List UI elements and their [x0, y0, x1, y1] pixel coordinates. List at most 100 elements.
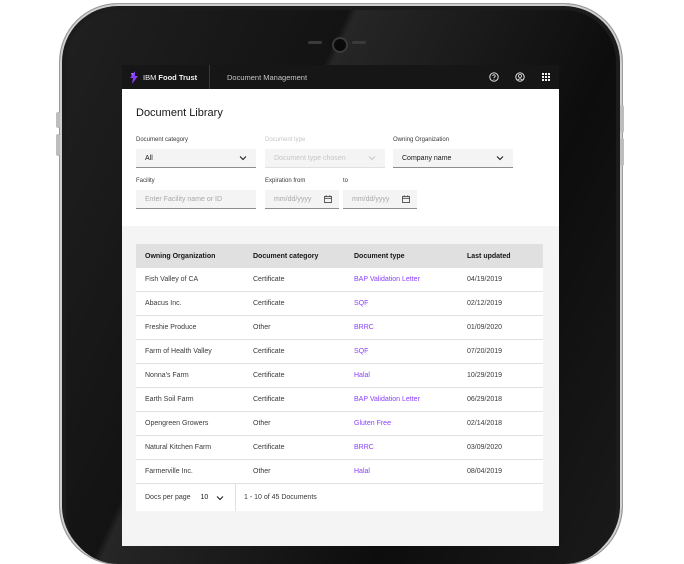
header-owning-organization[interactable]: Owning Organization — [136, 253, 245, 260]
owning-org-dropdown[interactable]: Company name — [393, 149, 513, 168]
chevron-down-icon — [216, 495, 224, 500]
per-page-label: Docs per page — [145, 494, 191, 501]
pagination-range: 1 - 10 of 45 Documents — [244, 494, 317, 501]
table-row[interactable]: Freshie Produce Other BRRC 01/09/2020 — [136, 316, 543, 340]
table-header: Owning Organization Document category Do… — [136, 244, 543, 268]
cell-document-category: Certificate — [253, 348, 285, 355]
document-type-link[interactable]: BAP Validation Letter — [346, 396, 459, 403]
cell-last-updated: 07/20/2019 — [467, 348, 503, 355]
calendar-icon[interactable] — [402, 195, 410, 203]
sensor-right — [352, 41, 366, 44]
cell-last-updated: 04/19/2019 — [467, 276, 503, 283]
doc-type-label: Document type — [265, 137, 306, 143]
document-type-link[interactable]: BRRC — [346, 444, 459, 451]
cell-owning-organization: Earth Soil Farm — [145, 396, 194, 403]
cell-document-category: Certificate — [253, 300, 285, 307]
chevron-down-icon — [368, 156, 376, 161]
doc-category-value: All — [145, 154, 153, 162]
cell-document-category: Certificate — [253, 444, 285, 451]
expiration-from-placeholder: mm/dd/yyyy — [274, 195, 312, 203]
cell-owning-organization: Opengreen Growers — [145, 420, 209, 427]
cell-last-updated: 08/04/2019 — [467, 468, 503, 475]
side-button-right-top — [620, 105, 624, 133]
sensor-left — [308, 41, 322, 44]
cell-owning-organization: Natural Kitchen Farm — [145, 444, 212, 451]
cell-last-updated: 02/12/2019 — [467, 300, 503, 307]
table-row[interactable]: Natural Kitchen Farm Certificate BRRC 03… — [136, 436, 543, 460]
table-row[interactable]: Farm of Health Valley Certificate SQF 07… — [136, 340, 543, 364]
cell-document-category: Other — [253, 324, 271, 331]
brand-name: Food Trust — [158, 72, 198, 82]
calendar-icon[interactable] — [324, 195, 332, 203]
cell-owning-organization: Farmerville Inc. — [145, 468, 193, 475]
side-button-top — [56, 112, 60, 128]
header-last-updated[interactable]: Last updated — [459, 253, 543, 260]
expiration-to-label: to — [343, 178, 349, 184]
cell-owning-organization: Freshie Produce — [145, 324, 197, 331]
cell-last-updated: 03/09/2020 — [467, 444, 503, 451]
table-row[interactable]: Fish Valley of CA Certificate BAP Valida… — [136, 268, 543, 292]
filter-panel: Document Library Document category All D… — [122, 89, 559, 226]
document-type-link[interactable]: SQF — [346, 348, 459, 355]
table-row[interactable]: Nonna's Farm Certificate Halal 10/29/201… — [136, 364, 543, 388]
doc-category-label: Document category — [136, 137, 189, 143]
cell-owning-organization: Fish Valley of CA — [145, 276, 199, 283]
pagination-bar: Docs per page 10 1 - 10 of 45 Documents — [136, 484, 543, 511]
chevron-down-icon — [496, 156, 504, 161]
brand-prefix: IBM — [143, 72, 159, 82]
table-row[interactable]: Abacus Inc. Certificate SQF 02/12/2019 — [136, 292, 543, 316]
cell-document-category: Certificate — [253, 372, 285, 379]
table-row[interactable]: Farmerville Inc. Other Halal 08/04/2019 — [136, 460, 543, 484]
facility-placeholder: Enter Facility name or ID — [145, 195, 223, 203]
document-type-link[interactable]: Halal — [346, 372, 459, 379]
facility-input[interactable]: Enter Facility name or ID — [136, 190, 256, 209]
expiration-from-label: Expiration from — [265, 178, 306, 184]
cell-last-updated: 01/09/2020 — [467, 324, 503, 331]
document-type-link[interactable]: BRRC — [346, 324, 459, 331]
cell-last-updated: 10/29/2019 — [467, 372, 503, 379]
chevron-down-icon — [239, 156, 247, 161]
expiration-to-date-input[interactable]: mm/dd/yyyy — [343, 190, 417, 209]
header-document-category[interactable]: Document category — [245, 253, 346, 260]
per-page-select[interactable]: Docs per page 10 — [136, 484, 236, 511]
page-title: Document Library — [136, 107, 223, 119]
owning-org-value: Company name — [402, 154, 452, 162]
facility-label: Facility — [136, 178, 155, 184]
cell-owning-organization: Farm of Health Valley — [145, 348, 212, 355]
doc-category-dropdown[interactable]: All — [136, 149, 256, 168]
doc-type-dropdown[interactable]: Document type chosen — [265, 149, 385, 168]
cell-last-updated: 02/14/2018 — [467, 420, 503, 427]
food-trust-logo-icon — [130, 70, 138, 84]
side-button-mid — [56, 134, 60, 156]
app-switcher-icon[interactable] — [541, 72, 551, 82]
doc-type-placeholder: Document type chosen — [274, 154, 346, 162]
product-name: Document Management — [227, 72, 308, 82]
document-type-link[interactable]: Halal — [346, 468, 459, 475]
owning-org-label: Owning Organization — [393, 137, 450, 143]
header-document-type[interactable]: Document type — [346, 253, 459, 260]
per-page-value: 10 — [200, 494, 209, 501]
cell-owning-organization: Abacus Inc. — [145, 300, 182, 307]
document-type-link[interactable]: BAP Validation Letter — [346, 276, 459, 283]
expiration-from-date-input[interactable]: mm/dd/yyyy — [265, 190, 339, 209]
top-bar: IBM Food Trust Document Management — [122, 65, 559, 89]
documents-table: Owning Organization Document category Do… — [136, 244, 543, 511]
cell-document-category: Other — [253, 420, 271, 427]
camera-icon — [332, 37, 348, 53]
help-icon[interactable] — [489, 72, 499, 82]
expiration-to-placeholder: mm/dd/yyyy — [352, 195, 390, 203]
app-screen: IBM Food Trust Document Management Docum… — [122, 65, 559, 546]
table-row[interactable]: Earth Soil Farm Certificate BAP Validati… — [136, 388, 543, 412]
brand[interactable]: IBM Food Trust — [122, 65, 210, 89]
table-row[interactable]: Opengreen Growers Other Gluten Free 02/1… — [136, 412, 543, 436]
side-button-right-bottom — [620, 138, 624, 166]
cell-owning-organization: Nonna's Farm — [145, 372, 189, 379]
cell-document-category: Certificate — [253, 276, 285, 283]
cell-last-updated: 06/29/2018 — [467, 396, 503, 403]
document-type-link[interactable]: SQF — [346, 300, 459, 307]
cell-document-category: Other — [253, 468, 271, 475]
document-type-link[interactable]: Gluten Free — [346, 420, 459, 427]
header-actions — [489, 72, 559, 82]
user-icon[interactable] — [515, 72, 525, 82]
cell-document-category: Certificate — [253, 396, 285, 403]
